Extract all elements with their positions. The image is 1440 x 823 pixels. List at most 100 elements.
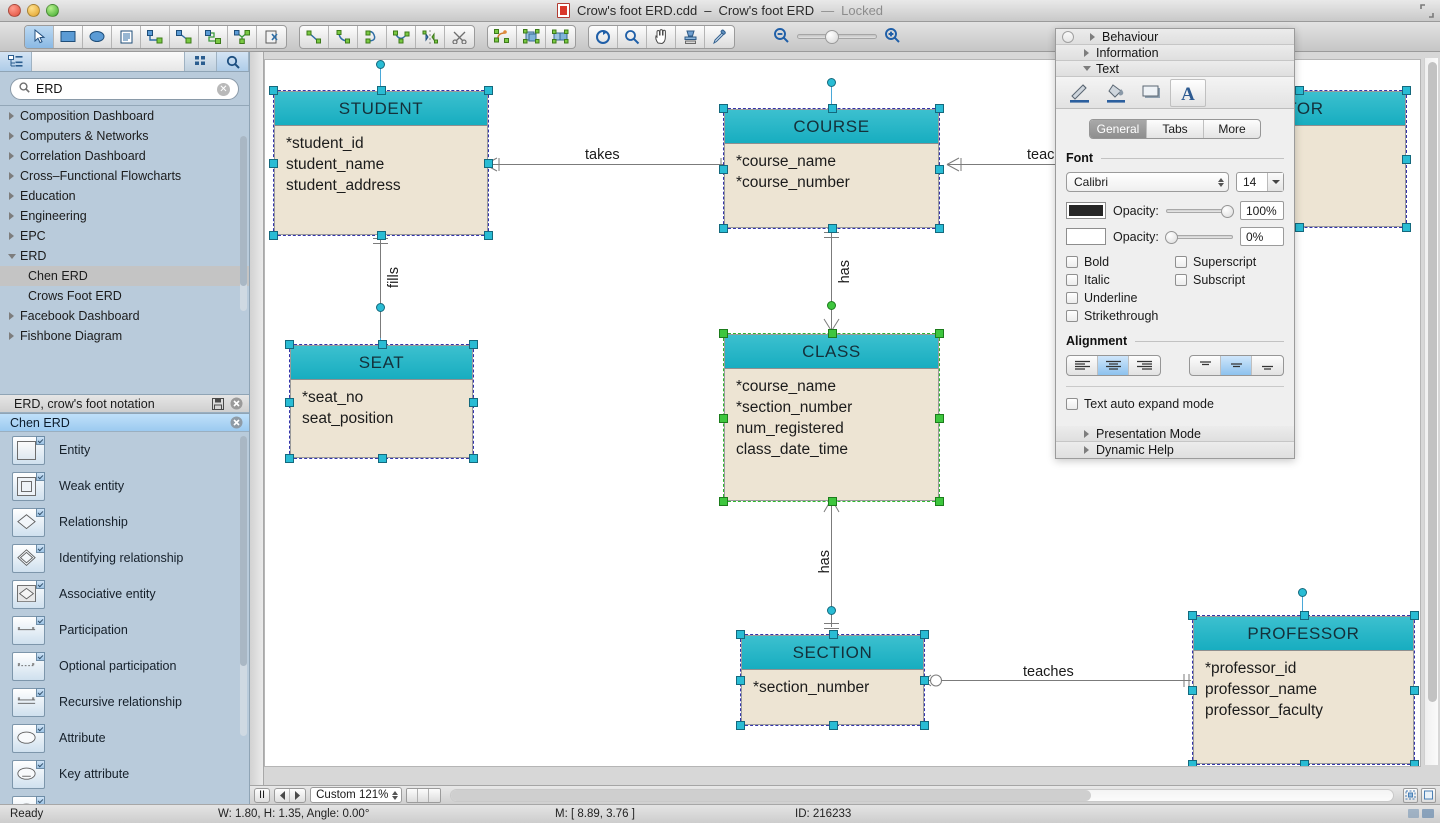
participation-shape-icon[interactable] — [12, 616, 45, 645]
text-format-icon[interactable]: A — [1170, 79, 1206, 107]
list-view-icon[interactable] — [0, 52, 32, 71]
stepper-icon[interactable] — [392, 791, 398, 800]
text-color-swatch[interactable] — [1066, 202, 1106, 219]
resize-handle[interactable] — [377, 231, 386, 240]
connector-takes[interactable] — [489, 164, 731, 165]
tree-item-chen-erd[interactable]: Chen ERD — [0, 266, 249, 286]
zoom-in-icon[interactable] — [884, 27, 901, 47]
entity-course[interactable]: COURSE *course_name *course_number — [724, 109, 939, 228]
identifying-relationship-shape-icon[interactable] — [12, 544, 45, 573]
search-box[interactable]: ✕ — [10, 78, 239, 100]
stroke-opacity-slider[interactable] — [1166, 235, 1233, 239]
sidebar-path-field[interactable] — [32, 52, 185, 71]
resize-handle[interactable] — [935, 104, 944, 113]
resize-handle[interactable] — [828, 329, 837, 338]
resize-handle[interactable] — [378, 340, 387, 349]
connector-endpoint-fills[interactable] — [376, 303, 385, 312]
connector-fills[interactable] — [380, 235, 381, 340]
resize-handle[interactable] — [1402, 86, 1411, 95]
checkbox-icon[interactable] — [1066, 398, 1078, 410]
resize-handle[interactable] — [1295, 223, 1304, 232]
chevron-right-icon[interactable] — [6, 152, 17, 160]
relationship-shape-icon[interactable] — [12, 508, 45, 537]
resize-handle[interactable] — [484, 86, 493, 95]
scissors-icon[interactable] — [445, 26, 474, 48]
refresh-icon[interactable] — [589, 26, 618, 48]
vertical-alignment-group[interactable] — [1189, 355, 1284, 376]
mirror-icon[interactable] — [416, 26, 445, 48]
fill-opacity-slider[interactable] — [1166, 209, 1233, 213]
font-family-select[interactable]: Calibri — [1066, 172, 1229, 192]
window-controls[interactable] — [8, 4, 59, 17]
checkbox-icon[interactable] — [1066, 310, 1078, 322]
resize-handle[interactable] — [469, 454, 478, 463]
font-size-select[interactable]: 14 — [1236, 172, 1284, 192]
library-item-participation[interactable]: Participation — [0, 612, 249, 648]
checkbox-subscript[interactable]: Subscript — [1175, 271, 1284, 289]
resize-handle[interactable] — [828, 104, 837, 113]
ellipse-icon[interactable] — [83, 26, 112, 48]
resize-handle[interactable] — [1402, 155, 1411, 164]
fill-opacity-value[interactable]: 100% — [1240, 201, 1284, 220]
resize-handle[interactable] — [719, 104, 728, 113]
text-outline-color-swatch[interactable] — [1066, 228, 1106, 245]
checkbox-strikethrough[interactable]: Strikethrough — [1066, 307, 1175, 325]
connector-teaches[interactable] — [933, 680, 1191, 681]
resize-handle[interactable] — [719, 329, 728, 338]
horizontal-alignment-group[interactable] — [1066, 355, 1161, 376]
canvas-vertical-scrollbar[interactable] — [1424, 58, 1438, 765]
library-item-entity[interactable]: Entity — [0, 432, 249, 468]
view-mode-1[interactable] — [407, 789, 418, 802]
chevron-right-icon[interactable] — [6, 172, 17, 180]
align-top-icon[interactable] — [1190, 356, 1221, 375]
resize-handle[interactable] — [719, 165, 728, 174]
weak-entity-shape-icon[interactable] — [12, 472, 45, 501]
fill-bucket-icon[interactable] — [1098, 79, 1134, 107]
expand-window-icon[interactable] — [1420, 4, 1434, 18]
tree-item-fishbone-diagram[interactable]: Fishbone Diagram — [0, 326, 249, 346]
resize-handle[interactable] — [484, 231, 493, 240]
chevron-right-icon[interactable] — [6, 232, 17, 240]
resize-handle[interactable] — [1300, 611, 1309, 620]
rounded-connector-icon[interactable] — [199, 26, 228, 48]
resize-handle[interactable] — [719, 497, 728, 506]
slider-knob[interactable] — [1221, 205, 1234, 218]
resize-handle[interactable] — [378, 454, 387, 463]
resize-handle[interactable] — [935, 329, 944, 338]
resize-handle[interactable] — [828, 497, 837, 506]
resize-handle[interactable] — [935, 224, 944, 233]
resize-handle[interactable] — [719, 224, 728, 233]
direct-connector-icon[interactable] — [170, 26, 199, 48]
library-scrollbar[interactable] — [240, 436, 247, 736]
connector-endpoint-professor-top[interactable] — [1298, 588, 1307, 597]
actual-size-icon[interactable] — [1421, 788, 1436, 803]
tree-item-education[interactable]: Education — [0, 186, 249, 206]
ungroup-icon[interactable] — [546, 26, 575, 48]
tree-item-crows-foot-erd[interactable]: Crows Foot ERD — [0, 286, 249, 306]
recursive-relationship-shape-icon[interactable] — [12, 688, 45, 717]
group-icon[interactable] — [517, 26, 546, 48]
library-item-weak-entity[interactable]: Weak entity — [0, 468, 249, 504]
checkbox-icon[interactable] — [1066, 256, 1078, 268]
chevron-down-icon[interactable] — [6, 254, 17, 259]
resize-grip[interactable] — [1408, 808, 1436, 820]
arc-icon[interactable] — [329, 26, 358, 48]
chevron-right-icon[interactable] — [6, 112, 17, 120]
clear-icon[interactable]: ✕ — [217, 83, 230, 96]
pause-button[interactable]: II — [254, 788, 270, 803]
shadow-box-icon[interactable] — [1134, 79, 1170, 107]
entity-professor[interactable]: PROFESSOR *professor_id professor_name p… — [1193, 616, 1414, 764]
resize-handle[interactable] — [377, 86, 386, 95]
tree-item-facebook-dashboard[interactable]: Facebook Dashboard — [0, 306, 249, 326]
associative-entity-shape-icon[interactable] — [12, 580, 45, 609]
tree-connector-icon[interactable] — [228, 26, 257, 48]
resize-handle[interactable] — [828, 224, 837, 233]
view-mode-group[interactable] — [406, 788, 441, 803]
checkbox-auto-expand[interactable]: Text auto expand mode — [1066, 395, 1284, 413]
align-center-icon[interactable] — [1098, 356, 1129, 375]
checkbox-italic[interactable]: Italic — [1066, 271, 1175, 289]
inspector-section-dynamic-help[interactable]: Dynamic Help — [1056, 442, 1294, 458]
tab-more[interactable]: More — [1204, 120, 1260, 138]
resize-handle[interactable] — [469, 398, 478, 407]
library-item-key-attribute[interactable]: Key attribute — [0, 756, 249, 792]
